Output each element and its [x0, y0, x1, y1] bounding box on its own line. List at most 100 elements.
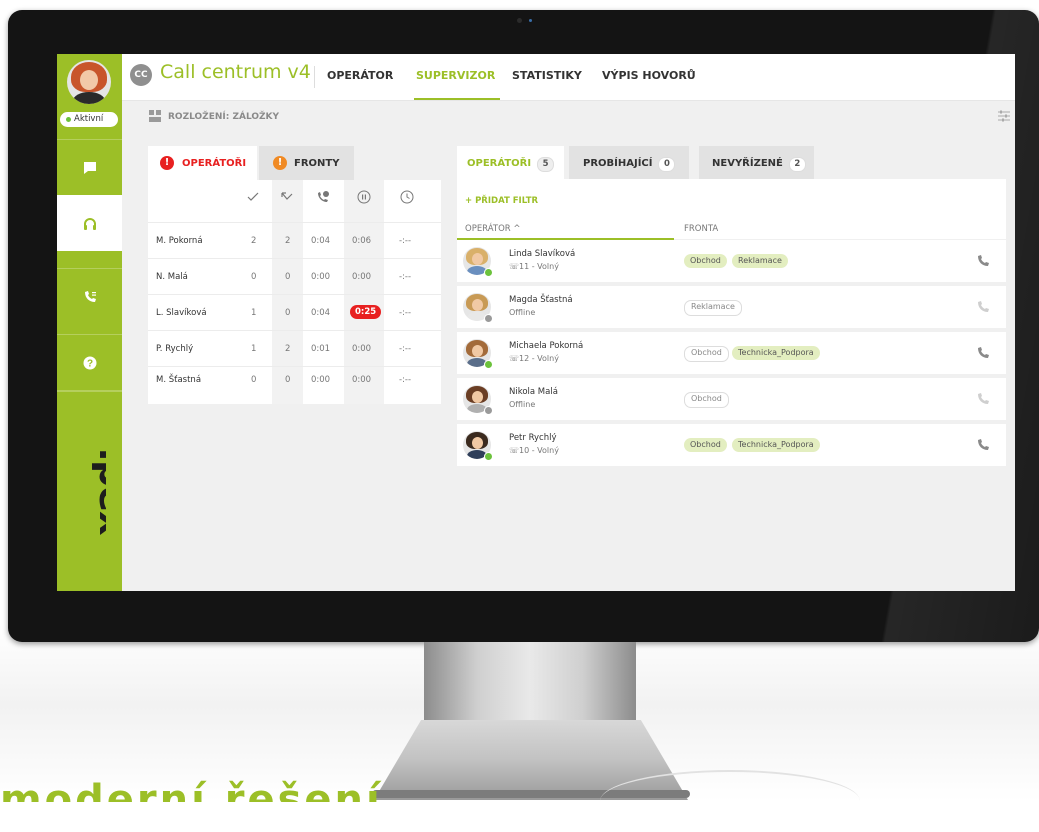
call-time: 0:04: [311, 236, 331, 246]
layout-icon[interactable]: [149, 110, 161, 122]
status-selector[interactable]: Aktivní: [60, 112, 118, 127]
operators-stats-table: M. Pokorná 2 2 0:04 0:06 -:-- N. Malá 0 …: [148, 180, 441, 404]
pause-icon: [357, 190, 371, 204]
phone-icon[interactable]: [976, 254, 990, 268]
app-badge: CC: [130, 64, 152, 86]
sidebar-item-chat[interactable]: [57, 139, 122, 195]
tab-right-operators[interactable]: OPERÁTOŘI 5: [457, 146, 564, 179]
sidebar: Aktivní ? ipex: [57, 54, 122, 591]
call-time-column-header[interactable]: [308, 190, 338, 206]
online-dot-icon: [66, 117, 71, 122]
wait-time: -:--: [399, 236, 412, 246]
phone-icon[interactable]: [976, 346, 990, 360]
call-time: 0:00: [311, 272, 331, 282]
list-item[interactable]: Linda Slavíková ☏11 - Volný Obchod Rekla…: [457, 240, 1006, 282]
phone-icon[interactable]: [976, 300, 990, 314]
header-divider: [314, 66, 315, 88]
missed-count: 2: [285, 344, 291, 354]
pause-column-header[interactable]: [349, 190, 379, 206]
missed-count: 0: [285, 308, 291, 318]
call-time: 0:00: [311, 375, 331, 385]
settings-sliders-icon[interactable]: [997, 109, 1011, 123]
info-icon: !: [273, 156, 287, 170]
queue-column-header: FRONTA: [684, 224, 719, 234]
tab-supervisor[interactable]: SUPERVIZOR: [416, 69, 495, 82]
top-bar: CC Call centrum v4 OPERÁTOR SUPERVIZOR S…: [122, 54, 1015, 101]
table-row[interactable]: N. Malá 0 0 0:00 0:00 -:--: [148, 258, 441, 295]
table-row[interactable]: P. Rychlý 1 2 0:01 0:00 -:--: [148, 330, 441, 367]
operator-status: Offline: [509, 400, 536, 409]
list-item[interactable]: Magda Šťastná Offline Reklamace: [457, 286, 1006, 328]
count-badge: 2: [788, 157, 806, 172]
queue-tag: Obchod: [684, 438, 727, 452]
tab-right-ongoing[interactable]: PROBÍHAJÍCÍ 0: [569, 146, 689, 179]
pause-time: 0:00: [352, 344, 372, 354]
table-row[interactable]: M. Šťastná 0 0 0:00 0:00 -:--: [148, 366, 441, 403]
avatar[interactable]: [67, 60, 111, 104]
logo-text: ipex: [91, 448, 106, 535]
list-item[interactable]: Nikola Malá Offline Obchod: [457, 378, 1006, 420]
list-item[interactable]: Michaela Pokorná ☏12 - Volný Obchod Tech…: [457, 332, 1006, 374]
tab-left-queues[interactable]: ! FRONTY: [259, 146, 354, 180]
operator-status: ☏10 - Volný: [509, 446, 559, 455]
chat-icon: [83, 161, 96, 174]
call-time: 0:04: [311, 308, 331, 318]
answered-count: 0: [251, 375, 257, 385]
operator-column-sort[interactable]: OPERÁTOR ^: [465, 224, 521, 234]
phone-small-icon: ☏: [509, 262, 520, 271]
power-cable: [600, 770, 860, 832]
answered-count: 1: [251, 344, 257, 354]
missed-count: 2: [285, 236, 291, 246]
app-title: Call centrum v4: [160, 61, 311, 83]
camera-led: [529, 19, 532, 22]
table-row[interactable]: M. Pokorná 2 2 0:04 0:06 -:--: [148, 222, 441, 259]
pause-time: 0:00: [352, 272, 372, 282]
sidebar-item-help[interactable]: ?: [57, 334, 122, 390]
tagline: moderní řešení: [0, 777, 383, 802]
answered-column-header[interactable]: [238, 190, 268, 206]
sidebar-item-calls[interactable]: [57, 268, 122, 324]
wait-column-header[interactable]: [392, 190, 422, 206]
queue-tag: Reklamace: [684, 300, 742, 316]
tab-statistics[interactable]: STATISTIKY: [512, 69, 582, 82]
pause-time: 0:00: [352, 375, 372, 385]
tab-call-log[interactable]: VÝPIS HOVORŮ: [602, 69, 696, 82]
tab-left-operators[interactable]: ! OPERÁTOŘI: [148, 146, 257, 180]
phone-icon[interactable]: [976, 392, 990, 406]
monitor-neck: [424, 642, 636, 722]
operator-name: M. Šťastná: [156, 375, 202, 385]
missed-count: 0: [285, 375, 291, 385]
tab-right-unresolved-label: NEVYŘÍZENÉ: [712, 158, 783, 169]
queue-tag: Technicka_Podpora: [732, 346, 820, 360]
online-dot-icon: [484, 452, 493, 461]
screen: Aktivní ? ipex CC Call centrum v4 OPERÁT…: [57, 54, 1015, 591]
headset-icon: [83, 217, 96, 230]
answered-count: 2: [251, 236, 257, 246]
tab-right-unresolved[interactable]: NEVYŘÍZENÉ 2: [699, 146, 814, 179]
list-item[interactable]: Petr Rychlý ☏10 - Volný Obchod Technicka…: [457, 424, 1006, 466]
operators-list-header: + PŘIDAT FILTR OPERÁTOR ^ FRONTA: [457, 179, 1006, 240]
info-icon: !: [160, 156, 174, 170]
camera: [517, 18, 522, 23]
wait-time: -:--: [399, 308, 412, 318]
operator-name: Nikola Malá: [509, 387, 558, 397]
answered-count: 1: [251, 308, 257, 318]
phone-small-icon: ☏: [509, 354, 520, 363]
queue-tag: Reklamace: [732, 254, 788, 268]
tab-right-operators-label: OPERÁTOŘI: [467, 158, 532, 169]
check-icon: [247, 192, 259, 201]
sidebar-item-headset[interactable]: [57, 195, 122, 251]
operator-name: P. Rychlý: [156, 344, 194, 354]
phone-icon[interactable]: [976, 438, 990, 452]
online-dot-icon: [484, 360, 493, 369]
missed-column-header[interactable]: [272, 190, 302, 206]
wait-time: -:--: [399, 344, 412, 354]
layout-bar: ROZLOŽENÍ: ZÁLOŽKY: [122, 106, 1015, 126]
layout-label[interactable]: ROZLOŽENÍ: ZÁLOŽKY: [168, 112, 279, 122]
add-filter-button[interactable]: + PŘIDAT FILTR: [465, 196, 538, 206]
operator-name: Magda Šťastná: [509, 295, 573, 305]
tab-right-ongoing-label: PROBÍHAJÍCÍ: [583, 158, 653, 169]
count-badge: 0: [658, 157, 676, 172]
tab-operator[interactable]: OPERÁTOR: [327, 69, 393, 82]
table-row[interactable]: L. Slavíková 1 0 0:04 0:25 -:--: [148, 294, 441, 331]
